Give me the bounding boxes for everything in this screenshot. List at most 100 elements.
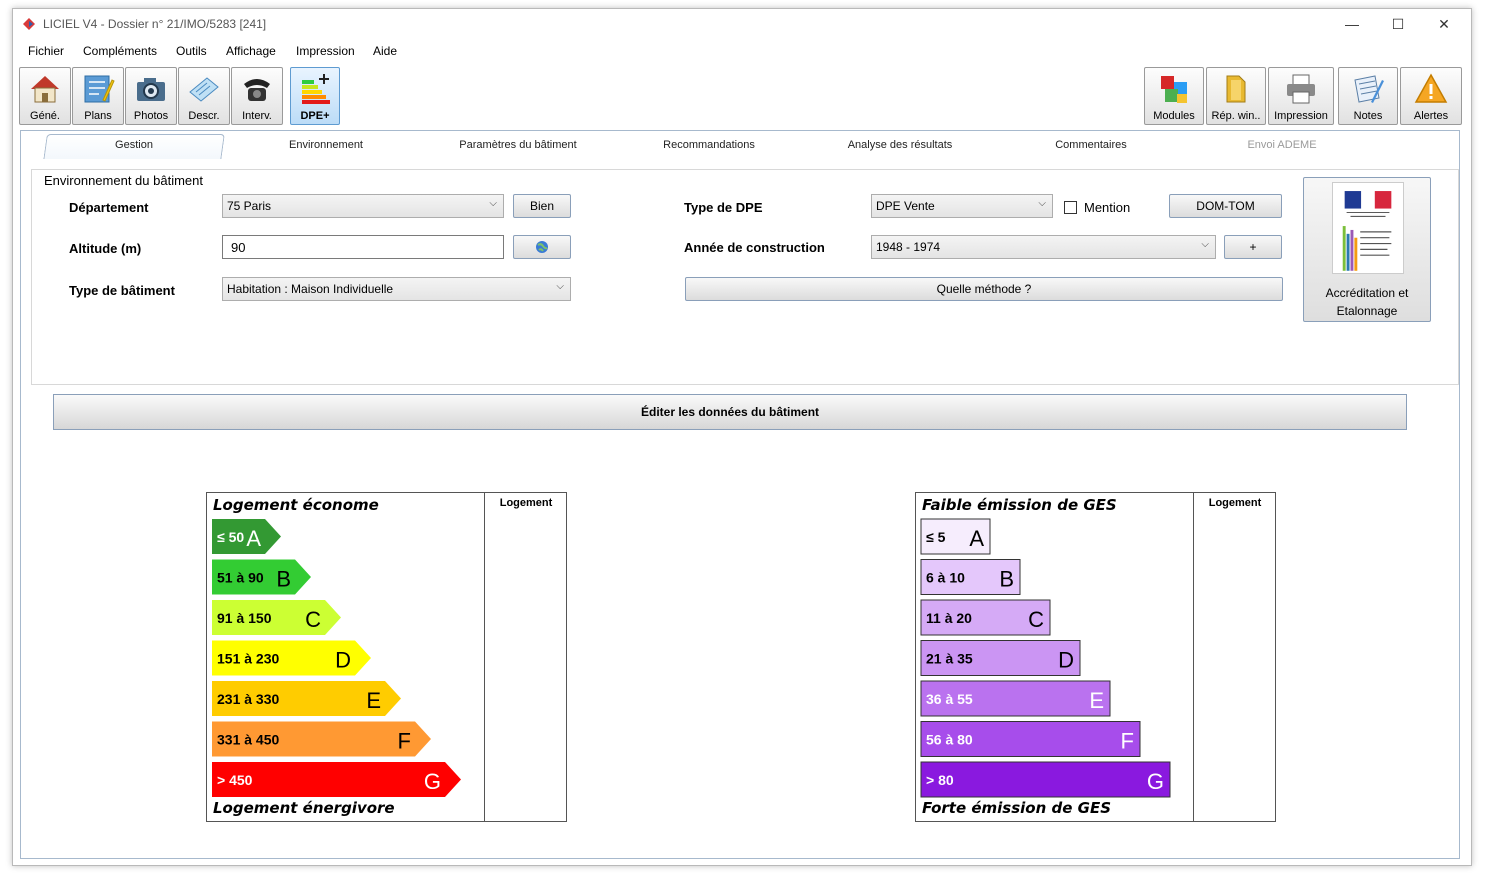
chevron-down-icon: ⌵ — [1201, 239, 1209, 250]
puzzle-icon — [1161, 76, 1187, 103]
ges-class-letter: F — [1121, 729, 1134, 754]
toolbar-label: Photos — [133, 110, 169, 122]
energy-column-divider — [484, 493, 485, 821]
ges-top-text: Faible émission de GES — [922, 496, 1117, 514]
toolbar-impression-button[interactable]: Impression — [1268, 67, 1334, 125]
energy-class-letter: F — [398, 729, 411, 754]
departement-select[interactable]: 75 Paris ⌵ — [222, 194, 504, 218]
ges-class-e: 36 à 55 E — [920, 680, 1111, 717]
folder-icon — [1226, 75, 1246, 103]
toolbar-modules-button[interactable]: Modules — [1144, 67, 1204, 125]
departement-value: 75 Paris — [227, 199, 272, 213]
toolbar-descr-button[interactable]: Descr. — [178, 67, 230, 125]
altitude-label: Altitude (m) — [69, 241, 142, 256]
phone-icon — [244, 79, 270, 101]
energy-class-c: 91 à 150 C — [212, 600, 341, 635]
energy-class-f: 331 à 450 F — [212, 721, 431, 757]
menu-outils[interactable]: Outils — [176, 44, 207, 58]
toolbar-label: DPE+ — [300, 110, 330, 122]
type-batiment-label: Type de bâtiment — [69, 283, 175, 298]
type-dpe-label: Type de DPE — [684, 200, 763, 215]
tab-gestion[interactable]: Gestion — [45, 139, 223, 151]
ges-class-range: 6 à 10 — [926, 570, 965, 586]
ges-label: Faible émission de GES Logement ≤ 5 A 6 à … — [915, 492, 1276, 822]
toolbar-label: Descr. — [188, 110, 220, 122]
toolbar-gene-button[interactable]: Géné. — [19, 67, 71, 125]
annee-construction-label: Année de construction — [684, 240, 825, 255]
ges-class-letter: E — [1089, 688, 1104, 713]
toolbar-alertes-button[interactable]: Alertes — [1400, 67, 1462, 125]
ges-class-b: 6 à 10 B — [920, 559, 1021, 595]
annee-construction-select[interactable]: 1948 - 1974 ⌵ — [871, 235, 1216, 259]
tab-analyse-resultats[interactable]: Analyse des résultats — [815, 139, 985, 151]
toolbar-label: Rép. win.. — [1211, 110, 1261, 122]
toolbar-photos-button[interactable]: Photos — [125, 67, 177, 125]
ges-class-letter: B — [999, 567, 1014, 592]
toolbar-notes-button[interactable]: Notes — [1338, 67, 1398, 125]
energy-class-range: 91 à 150 — [217, 610, 272, 626]
ministry-logo-icon — [1332, 182, 1404, 274]
tab-commentaires[interactable]: Commentaires — [1006, 139, 1176, 151]
globe-icon — [536, 241, 548, 253]
type-batiment-select[interactable]: Habitation : Maison Individuelle ⌵ — [222, 277, 571, 301]
ges-class-letter: D — [1058, 648, 1074, 673]
type-dpe-select[interactable]: DPE Vente ⌵ — [871, 194, 1053, 218]
energy-class-range: 331 à 450 — [217, 732, 279, 748]
ges-class-letter: A — [969, 526, 984, 551]
edit-building-data-button[interactable]: Éditer les données du bâtiment — [53, 394, 1407, 430]
mention-checkbox[interactable] — [1064, 201, 1077, 214]
energy-class-range: 231 à 330 — [217, 691, 279, 707]
minimize-button[interactable]: — — [1329, 13, 1375, 35]
toolbar-label: Géné. — [30, 110, 60, 122]
tab-parametres-batiment[interactable]: Paramètres du bâtiment — [433, 139, 603, 151]
window-title: LICIEL V4 - Dossier n° 21/IMO/5283 [241] — [43, 17, 267, 31]
menu-impression[interactable]: Impression — [296, 44, 355, 58]
accreditation-button[interactable]: Accréditation et Etalonnage — [1303, 177, 1431, 322]
energy-label: Logement économe Logement ≤ 50 A 51 à 90 B 9… — [206, 492, 567, 822]
quelle-methode-button[interactable]: Quelle méthode ? — [685, 277, 1283, 301]
tab-strip: Gestion Environnement Paramètres du bâti… — [20, 130, 1460, 161]
energy-class-letter: E — [366, 688, 381, 713]
warning-icon — [1414, 73, 1448, 103]
energy-class-letter: B — [276, 567, 291, 592]
ges-class-range: 11 à 20 — [926, 610, 972, 626]
accreditation-line2: Etalonnage — [1336, 304, 1398, 318]
toolbar-label: Interv. — [242, 110, 272, 122]
app-logo-icon — [23, 18, 35, 30]
ges-class-f: 56 à 80 F — [920, 721, 1141, 757]
energy-class-range: > 450 — [217, 772, 253, 788]
ges-bottom-text: Forte émission de GES — [922, 799, 1111, 817]
tab-environnement[interactable]: Environnement — [241, 139, 411, 151]
type-batiment-value: Habitation : Maison Individuelle — [227, 282, 394, 296]
toolbar-dpe-button[interactable]: DPE+ — [290, 67, 340, 125]
menu-fichier[interactable]: Fichier — [28, 44, 64, 58]
globe-button[interactable] — [513, 235, 571, 259]
tab-recommandations[interactable]: Recommandations — [624, 139, 794, 151]
maximize-button[interactable]: ☐ — [1375, 13, 1421, 35]
energy-class-range: 151 à 230 — [217, 651, 279, 667]
energy-class-letter: D — [335, 648, 351, 673]
energy-class-e: 231 à 330 E — [212, 681, 401, 716]
close-button[interactable]: ✕ — [1421, 13, 1467, 35]
toolbar-rep-win-button[interactable]: Rép. win.. — [1206, 67, 1266, 125]
menu-complements[interactable]: Compléments — [83, 44, 157, 58]
energy-class-bars: ≤ 50 A 51 à 90 B 91 à 150 C 151 à 230 D 231 à 33… — [212, 519, 461, 797]
toolbar-interv-button[interactable]: Interv. — [231, 67, 283, 125]
menu-aide[interactable]: Aide — [373, 44, 397, 58]
energy-class-letter: A — [246, 526, 261, 551]
add-annee-button[interactable]: + — [1224, 235, 1282, 259]
ges-class-a: ≤ 5 A — [920, 518, 991, 555]
menu-affichage[interactable]: Affichage — [226, 44, 276, 58]
ges-class-letter: C — [1028, 607, 1044, 632]
bien-button[interactable]: Bien — [513, 194, 571, 218]
dom-tom-button[interactable]: DOM-TOM — [1169, 194, 1282, 218]
toolbar-plans-button[interactable]: Plans — [72, 67, 124, 125]
altitude-input[interactable]: 90 — [222, 235, 504, 259]
accreditation-line1: Accréditation et — [1325, 286, 1409, 300]
chevron-down-icon: ⌵ — [1038, 198, 1046, 209]
toolbar-label: Modules — [1153, 110, 1195, 122]
description-icon — [189, 77, 219, 102]
energy-top-text: Logement économe — [213, 496, 379, 514]
departement-label: Département — [69, 200, 149, 215]
ges-class-range: 21 à 35 — [926, 651, 973, 667]
